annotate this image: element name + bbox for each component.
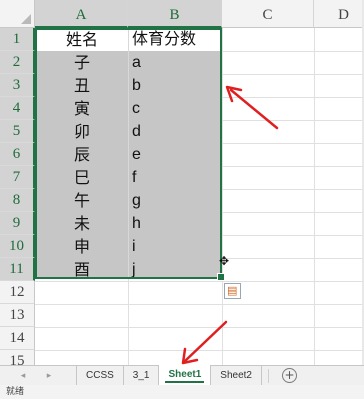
add-sheet-button[interactable]: + <box>282 368 297 383</box>
select-all-corner[interactable] <box>0 0 35 28</box>
status-ready-text: 就绪 <box>6 387 25 397</box>
quick-analysis-icon: ▤ <box>227 284 238 297</box>
sheet-tabs: CCSS 3_1 Sheet1 Sheet2 <box>76 365 262 386</box>
cell-b5[interactable]: d <box>132 120 222 143</box>
row-header-13[interactable]: 13 <box>0 304 35 327</box>
cell-b7[interactable]: f <box>132 166 222 189</box>
status-bar: 就绪 <box>0 385 364 399</box>
cell-b8[interactable]: g <box>132 189 222 212</box>
prev-sheet-icon[interactable]: ◂ <box>14 366 32 386</box>
row-header-4[interactable]: 4 <box>0 97 35 120</box>
cell-b1[interactable]: 体育分数 <box>132 28 222 51</box>
row-header-8[interactable]: 8 <box>0 189 35 212</box>
cell-a5[interactable]: 卯 <box>36 120 128 143</box>
cell-a10[interactable]: 申 <box>36 235 128 258</box>
spreadsheet-grid[interactable]: A B C D 1 2 3 4 5 6 7 8 9 10 11 12 13 14… <box>0 0 364 365</box>
column-header-d[interactable]: D <box>314 0 364 28</box>
gridline-vertical <box>222 28 223 365</box>
annotation-arrow-selection <box>225 85 279 130</box>
cell-b9[interactable]: h <box>132 212 222 235</box>
plus-cursor-icon: ✥ <box>219 254 230 268</box>
column-header-c[interactable]: C <box>222 0 314 28</box>
gridline-horizontal <box>35 304 364 305</box>
cell-b11[interactable]: j <box>132 258 222 281</box>
cell-a1[interactable]: 姓名 <box>36 28 128 51</box>
gridline-horizontal <box>35 350 364 351</box>
cell-a6[interactable]: 辰 <box>36 143 128 166</box>
gridline-vertical <box>314 28 315 365</box>
row-header-9[interactable]: 9 <box>0 212 35 235</box>
row-header-7[interactable]: 7 <box>0 166 35 189</box>
cell-a9[interactable]: 未 <box>36 212 128 235</box>
column-header-a[interactable]: A <box>35 0 128 28</box>
sheet-tab-sheet1[interactable]: Sheet1 <box>159 365 212 385</box>
sheet-tab-sheet2[interactable]: Sheet2 <box>211 366 262 385</box>
cell-a11[interactable]: 酉 <box>36 258 128 281</box>
row-header-2[interactable]: 2 <box>0 51 35 74</box>
column-header-b[interactable]: B <box>128 0 222 28</box>
row-header-12[interactable]: 12 <box>0 281 35 304</box>
quick-analysis-button[interactable]: ▤ <box>224 283 241 299</box>
cell-b3[interactable]: b <box>132 74 222 97</box>
select-all-triangle-icon <box>21 14 31 24</box>
sheet-tab-ccss[interactable]: CCSS <box>76 366 124 385</box>
cell-a4[interactable]: 寅 <box>36 97 128 120</box>
row-header-6[interactable]: 6 <box>0 143 35 166</box>
cell-a8[interactable]: 午 <box>36 189 128 212</box>
row-header-5[interactable]: 5 <box>0 120 35 143</box>
cell-b4[interactable]: c <box>132 97 222 120</box>
sheet-tab-sheet1-label: Sheet1 <box>168 369 202 380</box>
row-header-10[interactable]: 10 <box>0 235 35 258</box>
sheet-tab-bar: ◂ ▸ CCSS 3_1 Sheet1 Sheet2 + <box>0 365 364 385</box>
cell-a3[interactable]: 丑 <box>36 74 128 97</box>
row-header-1[interactable]: 1 <box>0 28 35 51</box>
gridline-horizontal <box>35 281 364 282</box>
row-header-11[interactable]: 11 <box>0 258 35 281</box>
gridline-vertical-in-selection <box>128 29 129 279</box>
cell-b6[interactable]: e <box>132 143 222 166</box>
row-header-14[interactable]: 14 <box>0 327 35 350</box>
row-header-15[interactable]: 15 <box>0 350 35 365</box>
cell-a7[interactable]: 巳 <box>36 166 128 189</box>
row-header-3[interactable]: 3 <box>0 74 35 97</box>
active-tab-underline <box>165 381 205 383</box>
cell-b2[interactable]: a <box>132 51 222 74</box>
sheet-tab-3-1[interactable]: 3_1 <box>123 366 160 385</box>
fill-handle[interactable] <box>217 273 225 281</box>
cell-a2[interactable]: 子 <box>36 51 128 74</box>
gridline-horizontal <box>35 327 364 328</box>
tab-separator <box>268 369 269 383</box>
next-sheet-icon[interactable]: ▸ <box>40 366 58 386</box>
cell-b10[interactable]: i <box>132 235 222 258</box>
